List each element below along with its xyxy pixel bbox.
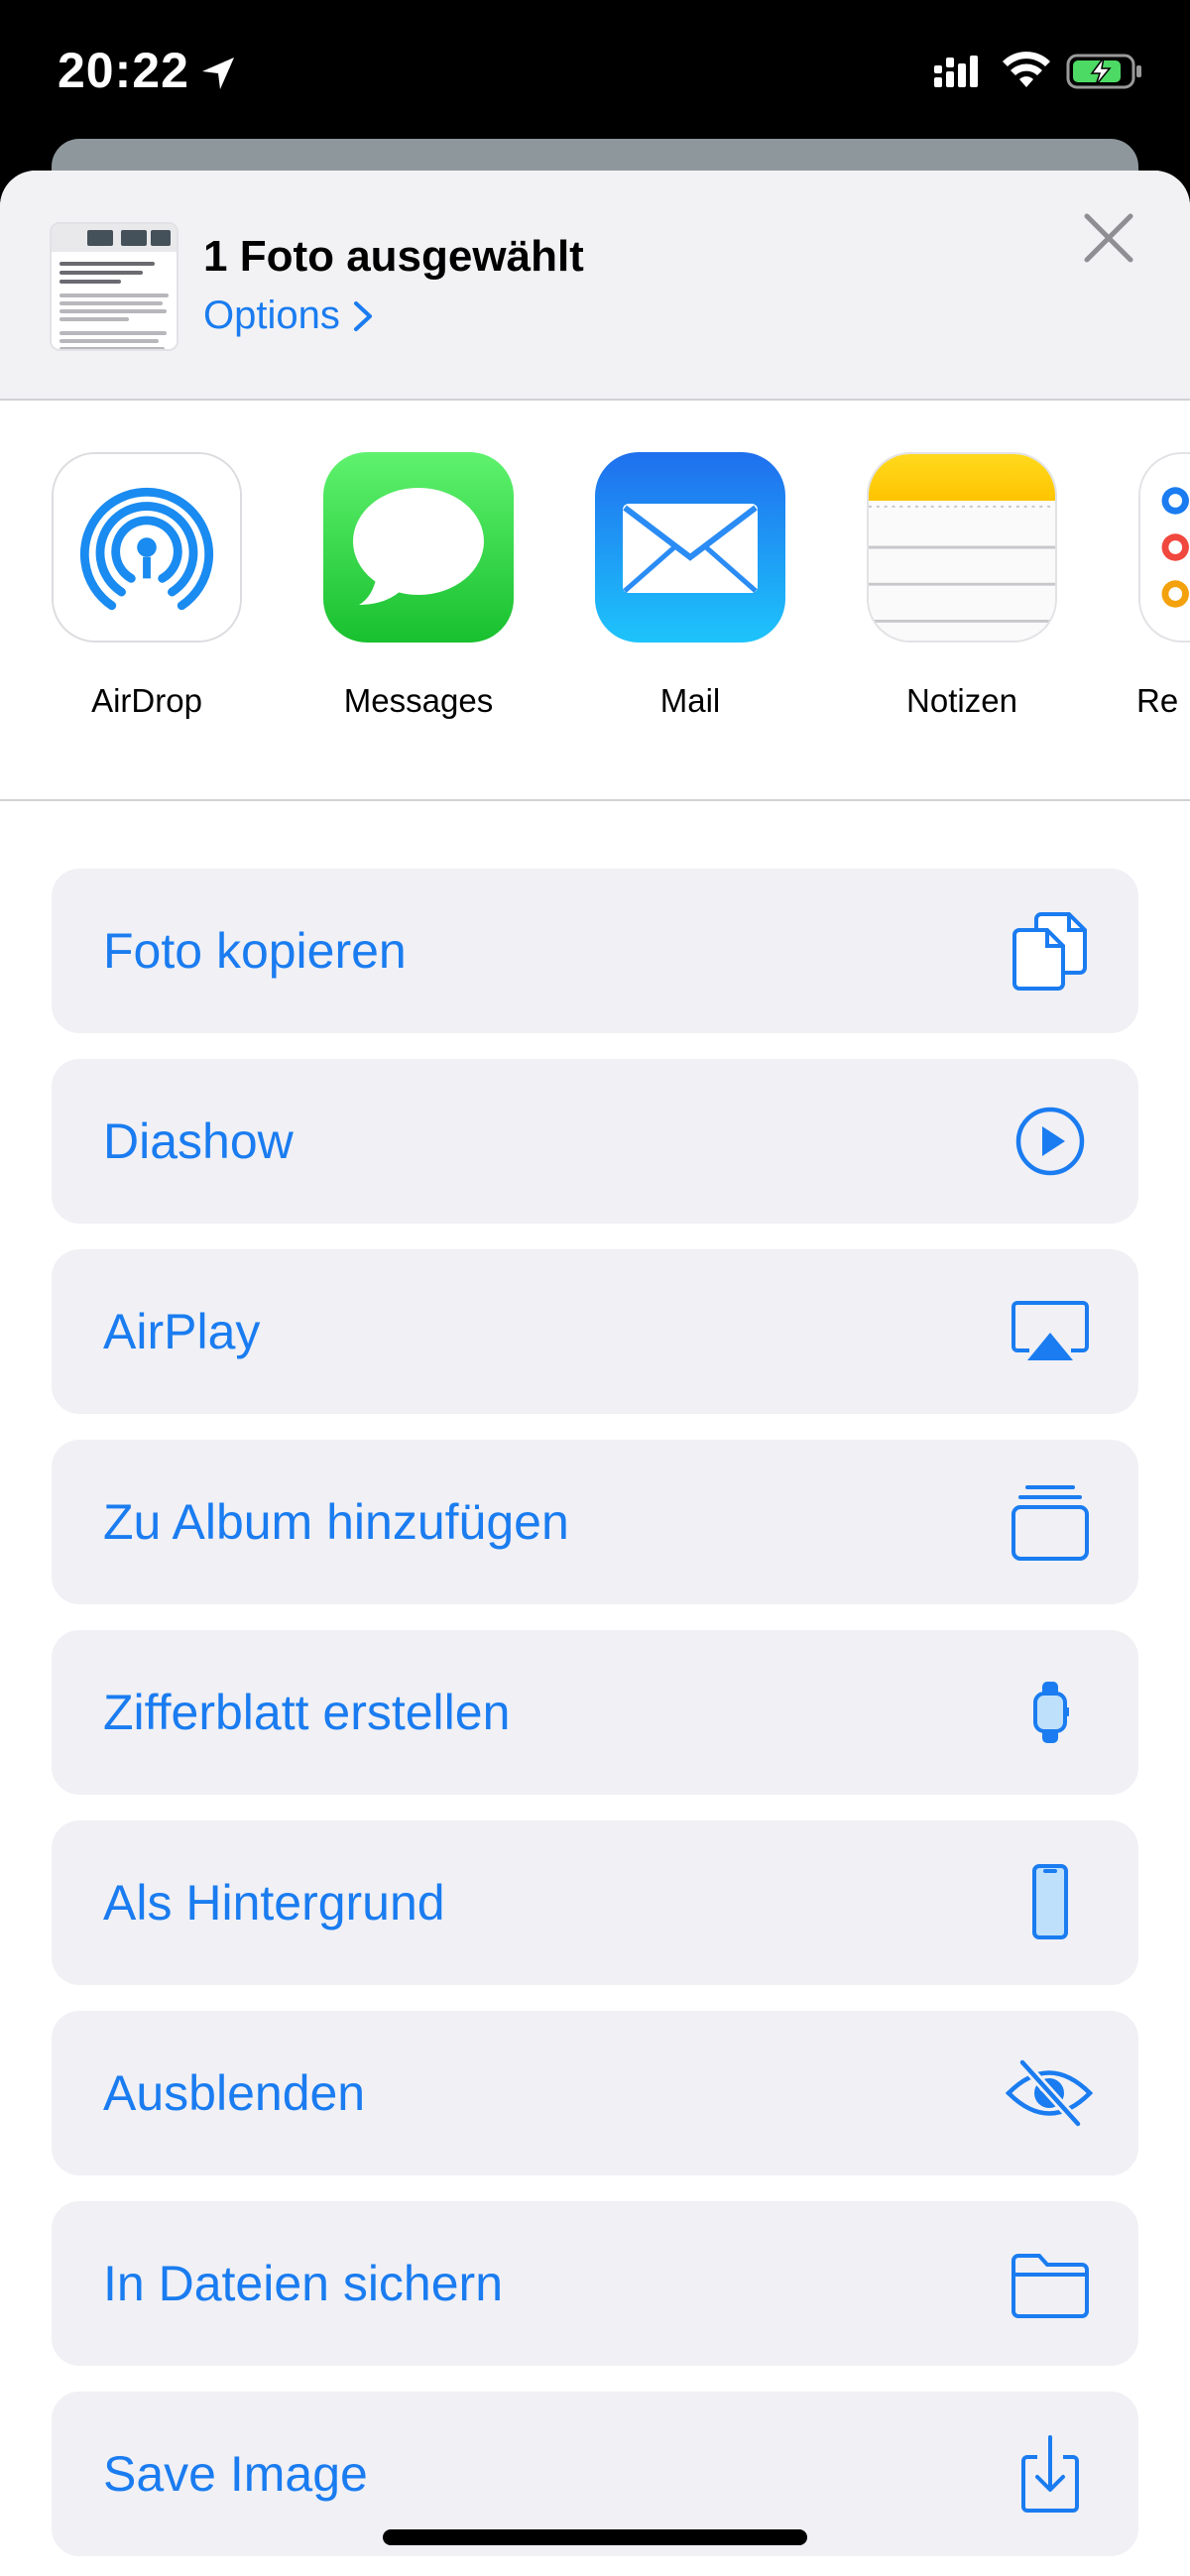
action-label: Foto kopieren — [103, 923, 407, 979]
action-add-to-album[interactable]: Zu Album hinzufügen — [52, 1440, 1138, 1604]
phone-icon — [1032, 1864, 1068, 1939]
play-circle-icon — [1015, 1107, 1085, 1176]
airdrop-icon — [52, 452, 242, 643]
action-label: Diashow — [103, 1113, 294, 1169]
action-label: Zu Album hinzufügen — [103, 1494, 569, 1550]
copy-icon — [1012, 912, 1087, 991]
action-hide[interactable]: Ausblenden — [52, 2011, 1138, 2175]
action-label: AirPlay — [103, 1304, 261, 1359]
action-airplay[interactable]: AirPlay — [52, 1249, 1138, 1414]
status-bar: 20:22 — [0, 0, 1190, 139]
action-create-watch-face[interactable]: Zifferblatt erstellen — [52, 1630, 1138, 1795]
action-set-as-wallpaper[interactable]: Als Hintergrund — [52, 1820, 1138, 1985]
cellular-signal-icon — [934, 56, 978, 87]
app-label: Notizen — [906, 682, 1017, 719]
action-slideshow[interactable]: Diashow — [52, 1059, 1138, 1224]
reminders-icon — [1138, 452, 1190, 643]
close-icon[interactable] — [1077, 206, 1140, 270]
chevron-right-icon — [353, 300, 372, 331]
share-title: 1 Foto ausgewählt — [203, 232, 584, 281]
share-sheet-header: 1 Foto ausgewählt Options — [0, 171, 1190, 401]
action-label: Als Hintergrund — [103, 1875, 445, 1931]
share-apps-row: AirDrop Messages Mail Notizen Re — [0, 401, 1190, 801]
app-label: Re — [1136, 682, 1179, 719]
folder-icon — [1012, 2254, 1089, 2318]
action-label: Zifferblatt erstellen — [103, 1685, 511, 1740]
action-label: In Dateien sichern — [103, 2256, 504, 2311]
action-save-to-files[interactable]: In Dateien sichern — [52, 2201, 1138, 2366]
airplay-icon — [1012, 1301, 1089, 1360]
action-label: Ausblenden — [103, 2065, 366, 2121]
action-copy-photo[interactable]: Foto kopieren — [52, 869, 1138, 1033]
battery-charging-icon — [1066, 54, 1141, 89]
app-label: Messages — [343, 682, 494, 719]
share-sheet: 1 Foto ausgewählt Options AirDrop Messag… — [0, 171, 1190, 2576]
album-stack-icon — [1012, 1485, 1089, 1561]
options-button[interactable]: Options — [203, 293, 376, 338]
notes-icon — [867, 452, 1057, 643]
watch-icon — [1033, 1682, 1069, 1743]
app-label: AirDrop — [91, 682, 202, 719]
messages-icon — [323, 452, 514, 643]
wifi-icon — [1003, 52, 1050, 87]
download-tray-icon — [1021, 2435, 1079, 2513]
action-label: Save Image — [103, 2446, 368, 2502]
location-arrow-icon — [202, 58, 234, 89]
photo-thumbnail — [50, 222, 178, 351]
options-label: Options — [203, 293, 340, 337]
status-time: 20:22 — [58, 43, 189, 98]
mail-icon — [595, 452, 785, 643]
home-indicator[interactable] — [383, 2529, 807, 2545]
eye-slash-icon — [1005, 2057, 1094, 2129]
app-label: Mail — [659, 682, 721, 719]
